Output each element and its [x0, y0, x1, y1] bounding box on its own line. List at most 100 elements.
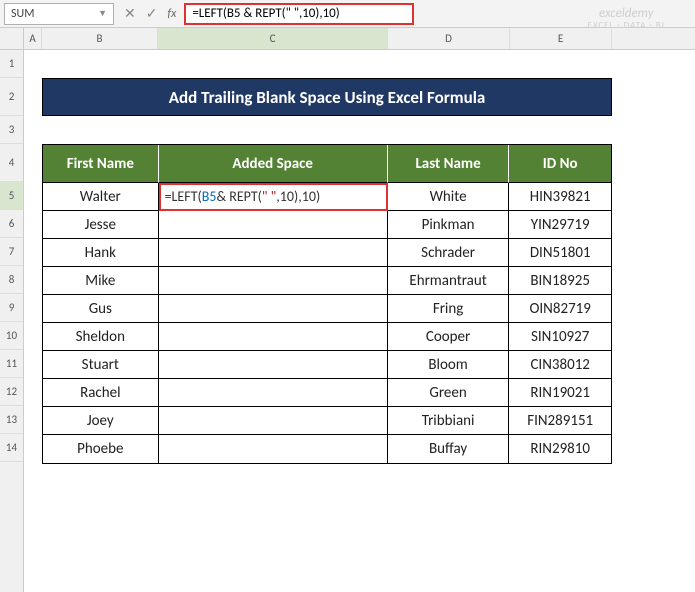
cell-first[interactable]: Rachel — [43, 379, 159, 407]
cell-added[interactable] — [159, 295, 388, 323]
cell-last[interactable]: Green — [388, 379, 510, 407]
th-first-name[interactable]: First Name — [43, 145, 159, 183]
th-id-no[interactable]: ID No — [509, 145, 611, 183]
row-header-6[interactable]: 6 — [0, 210, 23, 238]
formula-token: " " — [262, 188, 276, 205]
cell-first[interactable]: Sheldon — [43, 323, 159, 351]
cell-first[interactable]: Gus — [43, 295, 159, 323]
cell-first[interactable]: Mike — [43, 267, 159, 295]
fx-icon[interactable]: fx — [167, 7, 176, 21]
formula-bar-icons: ✕ ✓ fx — [118, 5, 184, 22]
cell-last[interactable]: Bloom — [388, 351, 510, 379]
column-headers: A B C D E — [24, 28, 695, 50]
row-header-11[interactable]: 11 — [0, 350, 23, 378]
col-header-d[interactable]: D — [388, 28, 510, 49]
col-header-c[interactable]: C — [158, 28, 388, 49]
cell-last[interactable]: Tribbiani — [388, 407, 510, 435]
name-box-value: SUM — [11, 7, 34, 21]
row-header-3[interactable]: 3 — [0, 116, 23, 144]
cell-added[interactable] — [159, 239, 388, 267]
table-row: Phoebe Buffay RIN29810 — [43, 435, 611, 463]
table-row: Stuart Bloom CIN38012 — [43, 351, 611, 379]
cell-id[interactable]: OIN82719 — [509, 295, 611, 323]
title-text: Add Trailing Blank Space Using Excel For… — [169, 87, 486, 108]
name-box[interactable]: SUM ▼ — [4, 3, 114, 25]
cell-added[interactable] — [159, 407, 388, 435]
cell-added[interactable] — [159, 323, 388, 351]
row-headers: 1 2 3 4 5 6 7 8 9 10 11 12 13 14 — [0, 28, 24, 592]
table-row: Mike Ehrmantraut BIN18925 — [43, 267, 611, 295]
cancel-icon[interactable]: ✕ — [124, 5, 136, 22]
formula-bar: SUM ▼ ✕ ✓ fx =LEFT(B5 & REPT(" ",10),10) — [0, 0, 695, 28]
row-header-10[interactable]: 10 — [0, 322, 23, 350]
col-header-b[interactable]: B — [42, 28, 158, 49]
formula-token: =LEFT( — [165, 188, 202, 205]
formula-token: 10 — [302, 188, 316, 205]
cell-id[interactable]: BIN18925 — [509, 267, 611, 295]
table-row: Hank Schrader DIN51801 — [43, 239, 611, 267]
cell-added[interactable] — [159, 211, 388, 239]
formula-token: ), — [294, 188, 302, 205]
cell-id[interactable]: YIN29719 — [509, 211, 611, 239]
row-header-9[interactable]: 9 — [0, 294, 23, 322]
cell-first[interactable]: Jesse — [43, 211, 159, 239]
row-header-2[interactable]: 2 — [0, 78, 23, 116]
cell-id[interactable]: FIN289151 — [509, 407, 611, 435]
cell-last[interactable]: Cooper — [388, 323, 510, 351]
row-header-13[interactable]: 13 — [0, 406, 23, 434]
cell-last[interactable]: White — [388, 183, 510, 211]
cell-id[interactable]: RIN19021 — [509, 379, 611, 407]
formula-token: 10 — [280, 188, 294, 205]
cell-editing-c5[interactable]: =LEFT(B5 & REPT(" ",10),10) — [159, 183, 388, 211]
formula-token: & REPT( — [217, 188, 262, 205]
table-row: Rachel Green RIN19021 — [43, 379, 611, 407]
table-row: Walter =LEFT(B5 & REPT(" ",10),10) White… — [43, 183, 611, 211]
chevron-down-icon[interactable]: ▼ — [98, 8, 107, 19]
cell-added[interactable] — [159, 351, 388, 379]
cell-last[interactable]: Buffay — [388, 435, 510, 463]
cell-first[interactable]: Hank — [43, 239, 159, 267]
formula-token: ) — [316, 188, 320, 205]
cell-id[interactable]: DIN51801 — [509, 239, 611, 267]
cell-first[interactable]: Walter — [43, 183, 159, 211]
cell-last[interactable]: Fring — [388, 295, 510, 323]
cell-last[interactable]: Pinkman — [388, 211, 510, 239]
cell-added[interactable] — [159, 267, 388, 295]
formula-input[interactable]: =LEFT(B5 & REPT(" ",10),10) — [184, 3, 414, 25]
row-header-8[interactable]: 8 — [0, 266, 23, 294]
cell-id[interactable]: SIN10927 — [509, 323, 611, 351]
cell-first[interactable]: Phoebe — [43, 435, 159, 463]
row-header-4[interactable]: 4 — [0, 144, 23, 182]
row-header-7[interactable]: 7 — [0, 238, 23, 266]
cell-last[interactable]: Ehrmantraut — [388, 267, 510, 295]
formula-token-ref: B5 — [202, 188, 217, 205]
formula-text: =LEFT(B5 & REPT(" ",10),10) — [192, 6, 339, 21]
title-bar[interactable]: Add Trailing Blank Space Using Excel For… — [42, 78, 612, 116]
cell-id[interactable]: HIN39821 — [509, 183, 611, 211]
table-row: Joey Tribbiani FIN289151 — [43, 407, 611, 435]
cell-added[interactable] — [159, 379, 388, 407]
spreadsheet-grid: 1 2 3 4 5 6 7 8 9 10 11 12 13 14 A B C D… — [0, 28, 695, 592]
sheet-area: A B C D E Add Trailing Blank Space Using… — [24, 28, 695, 592]
table-header-row: First Name Added Space Last Name ID No — [43, 145, 611, 183]
th-last-name[interactable]: Last Name — [388, 145, 510, 183]
cell-added[interactable] — [159, 435, 388, 463]
col-header-a[interactable]: A — [24, 28, 42, 49]
cell-id[interactable]: CIN38012 — [509, 351, 611, 379]
data-table: First Name Added Space Last Name ID No W… — [42, 144, 612, 464]
cell-first[interactable]: Stuart — [43, 351, 159, 379]
cell-last[interactable]: Schrader — [388, 239, 510, 267]
row-header-12[interactable]: 12 — [0, 378, 23, 406]
cell-id[interactable]: RIN29810 — [509, 435, 611, 463]
col-header-e[interactable]: E — [510, 28, 612, 49]
select-all-corner[interactable] — [0, 28, 23, 50]
table-row: Sheldon Cooper SIN10927 — [43, 323, 611, 351]
th-added-space[interactable]: Added Space — [159, 145, 388, 183]
enter-icon[interactable]: ✓ — [146, 5, 158, 22]
row-header-1[interactable]: 1 — [0, 50, 23, 78]
row-header-5[interactable]: 5 — [0, 182, 23, 210]
table-row: Jesse Pinkman YIN29719 — [43, 211, 611, 239]
cell-first[interactable]: Joey — [43, 407, 159, 435]
table-row: Gus Fring OIN82719 — [43, 295, 611, 323]
row-header-14[interactable]: 14 — [0, 434, 23, 462]
